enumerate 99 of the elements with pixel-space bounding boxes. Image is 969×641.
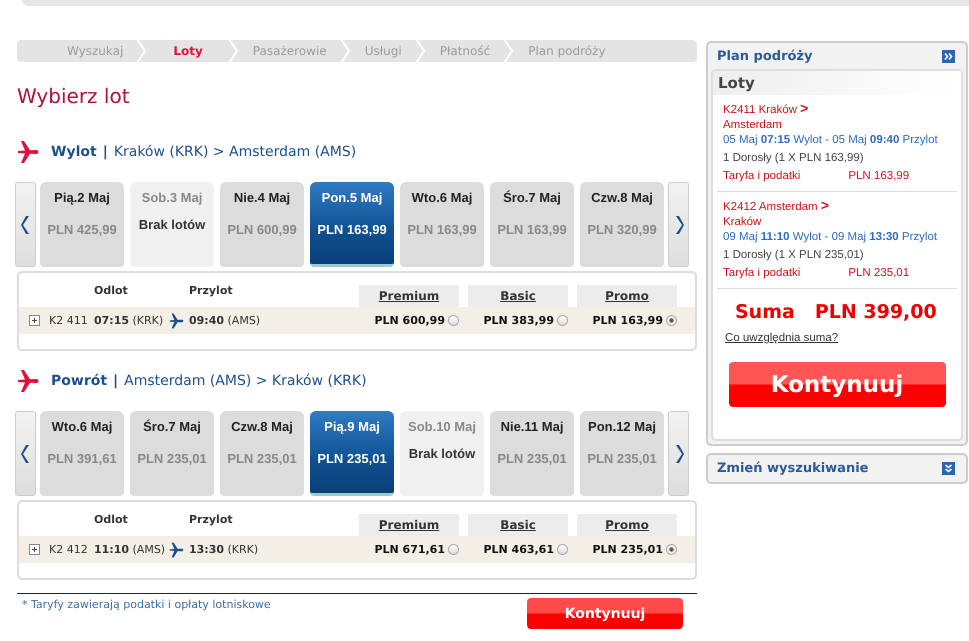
continue-button[interactable]: Kontynuuj xyxy=(527,598,683,629)
previous-days-button[interactable] xyxy=(15,411,36,496)
fare-amount: PLN 235,01 xyxy=(848,266,910,281)
separator-mark: | xyxy=(113,373,118,389)
arrival-time: 09:40 xyxy=(189,314,224,327)
total-label: Suma xyxy=(735,301,795,323)
passenger-fare: 1 Dorosły (1 X PLN 163,99) xyxy=(723,151,865,166)
flight-times: 09 Maj 11:10 Wylot - 09 Maj 13:30 Przylot xyxy=(723,230,938,245)
total-amount: PLN 399,00 xyxy=(814,301,937,323)
column-header: Odlot xyxy=(94,284,129,296)
chevron-left-icon xyxy=(20,444,30,464)
airport-code: (AMS) xyxy=(228,314,260,327)
progress-step: Plan podróży xyxy=(518,44,616,58)
progress-step: Płatność xyxy=(430,44,500,58)
flight-number: K2 412 xyxy=(49,543,89,556)
total-info-link[interactable]: Co uwzględnia suma? xyxy=(725,332,961,344)
chevron-right-icon xyxy=(674,444,684,464)
airplane-icon xyxy=(169,312,185,328)
fare-radio[interactable] xyxy=(666,315,677,326)
date-tab[interactable]: Czw.8 Maj PLN 320,99 xyxy=(580,182,664,267)
fare-radio[interactable] xyxy=(448,315,459,326)
progress-step: Wyszukaj xyxy=(57,44,134,58)
direction-label: Wylot xyxy=(51,144,97,160)
fare-price: PLN 463,61 xyxy=(483,543,554,556)
chevron-divider-icon xyxy=(340,39,351,63)
fare-class-link[interactable]: Promo xyxy=(577,514,677,536)
airport-code: (KRK) xyxy=(228,543,258,556)
column-header: Przylot xyxy=(189,512,234,526)
chevron-divider-icon xyxy=(416,39,426,63)
date-tab[interactable]: Czw.8 Maj PLN 235,01 xyxy=(220,411,304,496)
flight-route: K2411 Kraków > Amsterdam xyxy=(723,101,810,133)
fare-class-link[interactable]: Premium xyxy=(359,285,459,307)
fare-radio[interactable] xyxy=(666,544,677,555)
airport-code: (KRK) xyxy=(132,314,164,327)
airplane-icon xyxy=(169,542,185,558)
expand-icon[interactable] xyxy=(942,462,955,475)
continue-button[interactable]: Kontynuuj xyxy=(728,362,946,407)
progress-step: Loty xyxy=(151,44,225,58)
fare-price: PLN 235,01 xyxy=(592,543,663,556)
fare-price: PLN 671,61 xyxy=(374,543,445,556)
date-tab[interactable]: Nie.11 Maj PLN 235,01 xyxy=(490,411,574,496)
date-tab[interactable]: Śro.7 Maj PLN 163,99 xyxy=(490,182,574,267)
previous-days-button[interactable] xyxy=(15,182,36,267)
expand-icon[interactable] xyxy=(28,315,40,326)
date-tab[interactable]: Pią.9 Maj PLN 235,01 xyxy=(310,411,394,496)
fare-label: Taryfa i podatki xyxy=(723,169,800,184)
section-heading: Loty xyxy=(713,71,961,95)
passenger-fare: 1 Dorosły (1 X PLN 235,01) xyxy=(723,248,865,263)
arrival-time: 13:30 xyxy=(189,543,224,556)
fare-label: Taryfa i podatki xyxy=(723,266,800,281)
panel-title: Zmień wyszukiwanie xyxy=(717,461,868,476)
page-title: Wybierz lot xyxy=(17,84,131,108)
flight-times: 05 Maj 07:15 Wylot - 05 Maj 09:40 Przylot xyxy=(723,133,939,148)
chevron-right-icon xyxy=(674,214,684,234)
date-tab[interactable]: Pon.12 Maj PLN 235,01 xyxy=(580,411,664,496)
fare-class-link[interactable]: Basic xyxy=(468,285,568,307)
footnote-text: * Taryfy zawierają podatki i opłaty lotniskowe xyxy=(21,598,271,613)
progress-step: Usługi xyxy=(354,44,412,58)
expand-icon[interactable] xyxy=(28,544,40,555)
column-header: Odlot xyxy=(94,512,129,526)
next-days-button[interactable] xyxy=(668,182,689,267)
airport-code: (AMS) xyxy=(132,543,166,556)
separator-mark: | xyxy=(102,144,108,160)
fare-price: PLN 383,99 xyxy=(483,314,554,327)
departure-time: 11:10 xyxy=(94,543,130,556)
column-header: Przylot xyxy=(189,284,234,296)
fare-radio[interactable] xyxy=(557,315,568,326)
progress-step: Pasażerowie xyxy=(242,44,337,58)
fare-price: PLN 163,99 xyxy=(592,314,663,327)
chevron-divider-icon xyxy=(504,39,514,63)
route-text: Kraków (KRK) > Amsterdam (AMS) xyxy=(114,144,356,160)
departure-time: 07:15 xyxy=(94,314,130,327)
chevron-divider-icon xyxy=(228,39,239,63)
fare-radio[interactable] xyxy=(448,544,459,555)
chevron-left-icon xyxy=(20,214,30,234)
direction-label: Powrót xyxy=(51,373,108,389)
flight-number: K2 411 xyxy=(49,314,89,327)
fare-class-link[interactable]: Premium xyxy=(359,514,459,536)
fare-amount: PLN 163,99 xyxy=(848,169,910,184)
date-tab[interactable]: Pią.2 Maj PLN 425,99 xyxy=(40,182,124,267)
date-tab[interactable]: Śro.7 Maj PLN 235,01 xyxy=(130,411,214,496)
date-tab[interactable]: Wto.6 Maj PLN 391,61 xyxy=(40,411,124,496)
next-days-button[interactable] xyxy=(668,411,689,496)
fare-class-link[interactable]: Basic xyxy=(468,514,568,536)
chevron-divider-icon xyxy=(137,39,148,63)
date-tab[interactable]: Pon.5 Maj PLN 163,99 xyxy=(310,182,394,267)
collapse-icon[interactable] xyxy=(942,50,955,62)
fare-price: PLN 600,99 xyxy=(374,314,445,327)
date-tab[interactable]: Wto.6 Maj PLN 163,99 xyxy=(400,182,484,267)
fare-class-link[interactable]: Promo xyxy=(577,285,677,307)
date-tab[interactable]: Sob.10 Maj Brak lotów xyxy=(400,411,484,496)
flight-route: K2412 Amsterdam > Kraków xyxy=(723,198,830,230)
fare-radio[interactable] xyxy=(557,544,568,555)
date-tab[interactable]: Sob.3 Maj Brak lotów xyxy=(130,182,214,267)
panel-title: Plan podróży xyxy=(717,48,812,64)
airplane-icon xyxy=(17,140,41,164)
route-text: Amsterdam (AMS) > Kraków (KRK) xyxy=(124,373,367,389)
airplane-icon xyxy=(17,369,41,393)
date-tab[interactable]: Nie.4 Maj PLN 600,99 xyxy=(220,182,304,267)
